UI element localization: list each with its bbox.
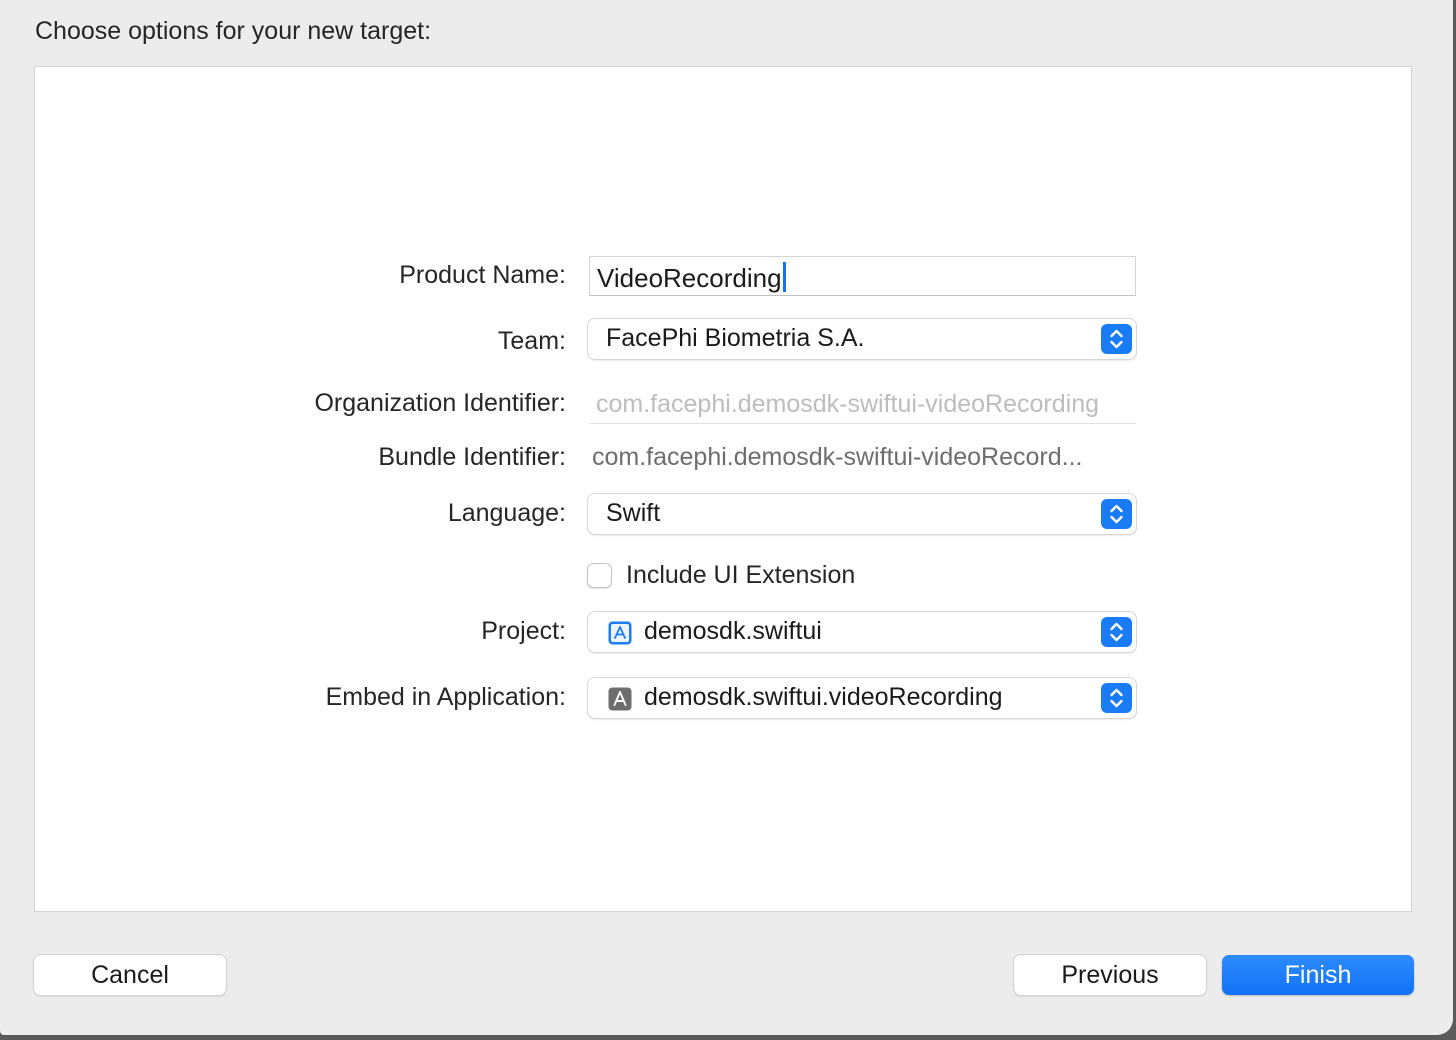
language-value: Swift — [606, 499, 661, 527]
cancel-button[interactable]: Cancel — [34, 955, 226, 995]
language-label: Language: — [447, 499, 566, 527]
bundle-identifier-value: com.facephi.demosdk-swiftui-videoRecord.… — [592, 443, 1083, 471]
new-target-dialog: Choose options for your new target: Prod… — [0, 0, 1453, 1035]
dialog-title: Choose options for your new target: — [35, 17, 432, 45]
embed-in-application-value: demosdk.swiftui.videoRecording — [644, 683, 1003, 711]
project-popup[interactable]: demosdk.swiftui — [588, 612, 1136, 652]
team-label: Team: — [497, 327, 566, 355]
embed-in-application-popup[interactable]: demosdk.swiftui.videoRecording — [588, 678, 1136, 718]
popup-chevrons-icon — [1101, 683, 1132, 713]
language-popup[interactable]: Swift — [588, 494, 1136, 534]
popup-chevrons-icon — [1101, 324, 1132, 354]
organization-identifier-label: Organization Identifier: — [314, 389, 566, 417]
product-name-input[interactable]: VideoRecording — [589, 256, 1136, 296]
previous-button[interactable]: Previous — [1014, 955, 1206, 995]
organization-identifier-input[interactable]: com.facephi.demosdk-swiftui-videoRecordi… — [589, 384, 1136, 424]
include-ui-extension-checkbox[interactable] — [587, 563, 612, 588]
popup-chevrons-icon — [1101, 499, 1132, 529]
project-value: demosdk.swiftui — [644, 617, 822, 645]
finish-button[interactable]: Finish — [1222, 955, 1414, 995]
options-panel — [34, 66, 1412, 912]
text-caret — [782, 262, 786, 292]
embed-in-application-label: Embed in Application: — [325, 683, 566, 711]
bundle-identifier-label: Bundle Identifier: — [378, 443, 566, 471]
app-target-icon — [608, 687, 632, 711]
team-value: FacePhi Biometria S.A. — [606, 324, 865, 352]
product-name-value: VideoRecording — [597, 263, 782, 293]
include-ui-extension-label[interactable]: Include UI Extension — [626, 561, 855, 590]
team-popup[interactable]: FacePhi Biometria S.A. — [588, 319, 1136, 359]
xcode-project-icon — [608, 621, 632, 645]
popup-chevrons-icon — [1101, 617, 1132, 647]
project-label: Project: — [481, 617, 566, 645]
product-name-label: Product Name: — [399, 261, 566, 289]
